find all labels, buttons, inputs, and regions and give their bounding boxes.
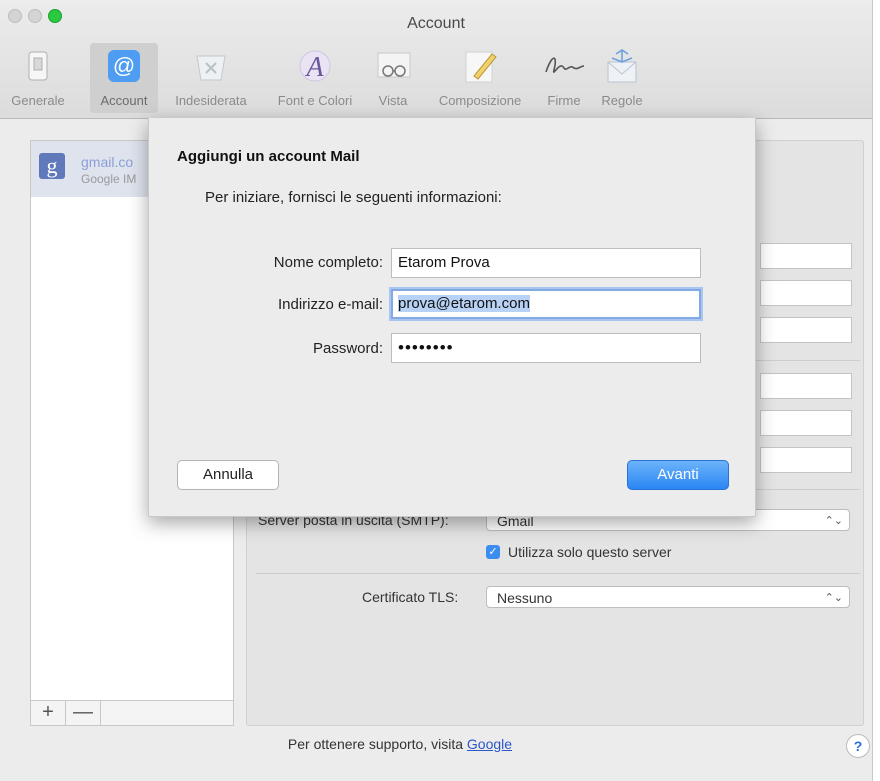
details-field[interactable] bbox=[760, 317, 852, 343]
chevron-updown-icon: ⌃⌄ bbox=[824, 515, 843, 527]
toolbar-label: Vista bbox=[378, 93, 408, 108]
toolbar-item-regole[interactable]: Regole bbox=[594, 43, 650, 113]
add-account-button[interactable]: + bbox=[31, 701, 66, 725]
toolbar-label: Regole bbox=[601, 93, 643, 108]
window-title: Account bbox=[407, 15, 465, 32]
sheet-subtitle: Per iniziare, fornisci le seguenti infor… bbox=[205, 189, 502, 206]
glasses-icon bbox=[370, 43, 418, 89]
support-text: Per ottenere supporto, visita bbox=[287, 736, 464, 752]
help-button[interactable]: ? bbox=[846, 734, 870, 758]
details-field[interactable] bbox=[760, 410, 852, 436]
next-button[interactable]: Avanti bbox=[627, 460, 729, 490]
pencil-icon bbox=[456, 43, 504, 89]
google-g-icon: g bbox=[39, 153, 65, 179]
email-label: Indirizzo e-mail: bbox=[277, 296, 383, 313]
at-sign-icon: @ bbox=[100, 43, 148, 89]
password-label: Password: bbox=[312, 340, 383, 357]
add-account-sheet: Aggiungi un account Mail Per iniziare, f… bbox=[148, 118, 756, 517]
google-support-link[interactable]: Google bbox=[467, 736, 512, 752]
details-field[interactable] bbox=[760, 447, 852, 473]
full-name-field[interactable]: Etarom Prova bbox=[391, 248, 701, 278]
account-type: Google IM bbox=[81, 172, 137, 186]
toolbar-item-font-e-colori[interactable]: A Font e Colori bbox=[266, 43, 364, 113]
signature-icon bbox=[540, 43, 588, 89]
toolbar-label: Firme bbox=[547, 93, 581, 108]
support-footer: Per ottenere supporto, visita Google bbox=[0, 736, 800, 752]
toolbar-item-generale[interactable]: Generale bbox=[10, 43, 66, 113]
account-name: gmail.co bbox=[81, 154, 134, 170]
toolbar-label: Font e Colori bbox=[277, 93, 353, 108]
toolbar-label: Account bbox=[100, 93, 148, 108]
toolbar-item-indesiderata[interactable]: Indesiderata bbox=[166, 43, 256, 113]
toolbar-item-firme[interactable]: Firme bbox=[538, 43, 590, 113]
email-field[interactable]: prova@etarom.com bbox=[391, 289, 701, 319]
remove-account-button[interactable]: — bbox=[66, 701, 101, 725]
details-field[interactable] bbox=[760, 280, 852, 306]
svg-text:A: A bbox=[304, 52, 324, 83]
tls-label: Certificato TLS: bbox=[362, 589, 459, 605]
only-server-checkbox[interactable]: ✓ bbox=[486, 545, 500, 559]
preferences-window: Account Generale @ Account Indesiderata … bbox=[0, 0, 873, 781]
chevron-updown-icon: ⌃⌄ bbox=[824, 592, 843, 604]
cancel-button[interactable]: Annulla bbox=[177, 460, 279, 490]
password-field[interactable]: •••••••• bbox=[391, 333, 701, 363]
toolbar-item-composizione[interactable]: Composizione bbox=[424, 43, 536, 113]
title-bar: Account Generale @ Account Indesiderata … bbox=[0, 0, 872, 119]
switch-icon bbox=[14, 43, 62, 89]
junk-trash-icon bbox=[187, 43, 235, 89]
divider bbox=[256, 573, 860, 574]
toolbar-label: Generale bbox=[11, 93, 65, 108]
only-server-label: Utilizza solo questo server bbox=[508, 544, 672, 560]
sheet-title: Aggiungi un account Mail bbox=[177, 148, 360, 165]
email-value: prova@etarom.com bbox=[398, 295, 530, 312]
tls-select[interactable]: Nessuno ⌃⌄ bbox=[486, 586, 850, 608]
toolbar-label: Composizione bbox=[438, 93, 522, 108]
rules-envelope-icon bbox=[598, 43, 646, 89]
details-field[interactable] bbox=[760, 373, 852, 399]
full-name-label: Nome completo: bbox=[273, 254, 383, 271]
font-colors-icon: A bbox=[291, 43, 339, 89]
toolbar-item-vista[interactable]: Vista bbox=[370, 43, 416, 113]
toolbar-item-account[interactable]: @ Account bbox=[90, 43, 158, 113]
sidebar-footer: + — bbox=[31, 700, 233, 725]
toolbar-label: Indesiderata bbox=[175, 93, 247, 108]
svg-text:@: @ bbox=[113, 53, 135, 78]
tls-value: Nessuno bbox=[497, 590, 553, 606]
details-field[interactable] bbox=[760, 243, 852, 269]
